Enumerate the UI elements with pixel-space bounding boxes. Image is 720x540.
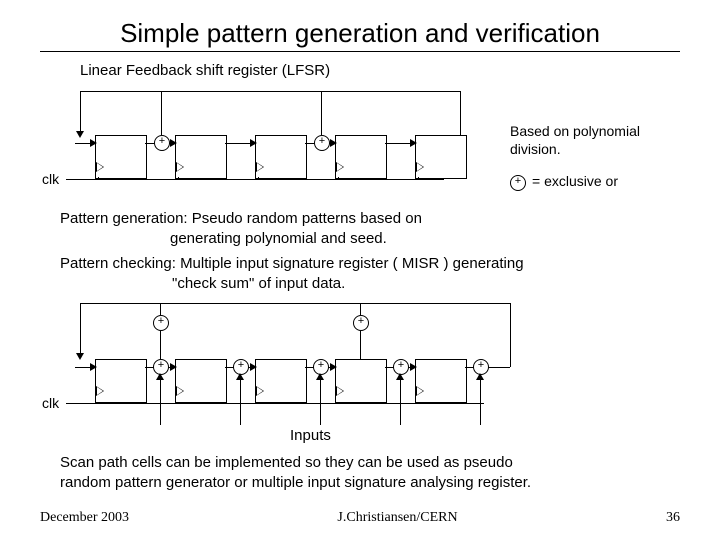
flipflop-icon: [95, 359, 147, 403]
flipflop-icon: [175, 135, 227, 179]
flipflop-icon: [335, 135, 387, 179]
footer-page-number: 36: [666, 510, 680, 526]
flipflop-icon: [335, 359, 387, 403]
misr-diagram: clk: [40, 297, 680, 447]
footer-author: J.Christiansen/CERN: [337, 510, 457, 526]
polynomial-note: Based on polynomial division.: [510, 123, 640, 158]
flipflop-icon: [175, 359, 227, 403]
footer: December 2003 J.Christiansen/CERN 36: [0, 510, 720, 526]
flipflop-icon: [255, 359, 307, 403]
title-rule: [40, 51, 680, 52]
flipflop-icon: [255, 135, 307, 179]
clk-label: clk: [42, 171, 59, 187]
xor-icon: [353, 315, 369, 331]
xor-icon: [154, 135, 170, 151]
inputs-label: Inputs: [290, 427, 331, 444]
lfsr-diagram: clk Based on polynomial division. = excl…: [40, 83, 680, 203]
xor-legend-icon: [510, 175, 526, 191]
flipflop-icon: [95, 135, 147, 179]
xor-icon: [153, 315, 169, 331]
flipflop-icon: [415, 359, 467, 403]
flipflop-icon: [415, 135, 467, 179]
lfsr-heading: Linear Feedback shift register (LFSR): [80, 62, 680, 79]
pattern-generation-note: Pattern generation: Pseudo random patter…: [60, 209, 680, 248]
clk-label: clk: [42, 395, 59, 411]
footer-date: December 2003: [40, 510, 129, 526]
slide-title: Simple pattern generation and verificati…: [40, 18, 680, 49]
xor-icon: [314, 135, 330, 151]
xor-legend-text: = exclusive or: [532, 173, 618, 189]
final-note: Scan path cells can be implemented so th…: [60, 453, 660, 492]
pattern-checking-note: Pattern checking: Multiple input signatu…: [60, 254, 680, 293]
